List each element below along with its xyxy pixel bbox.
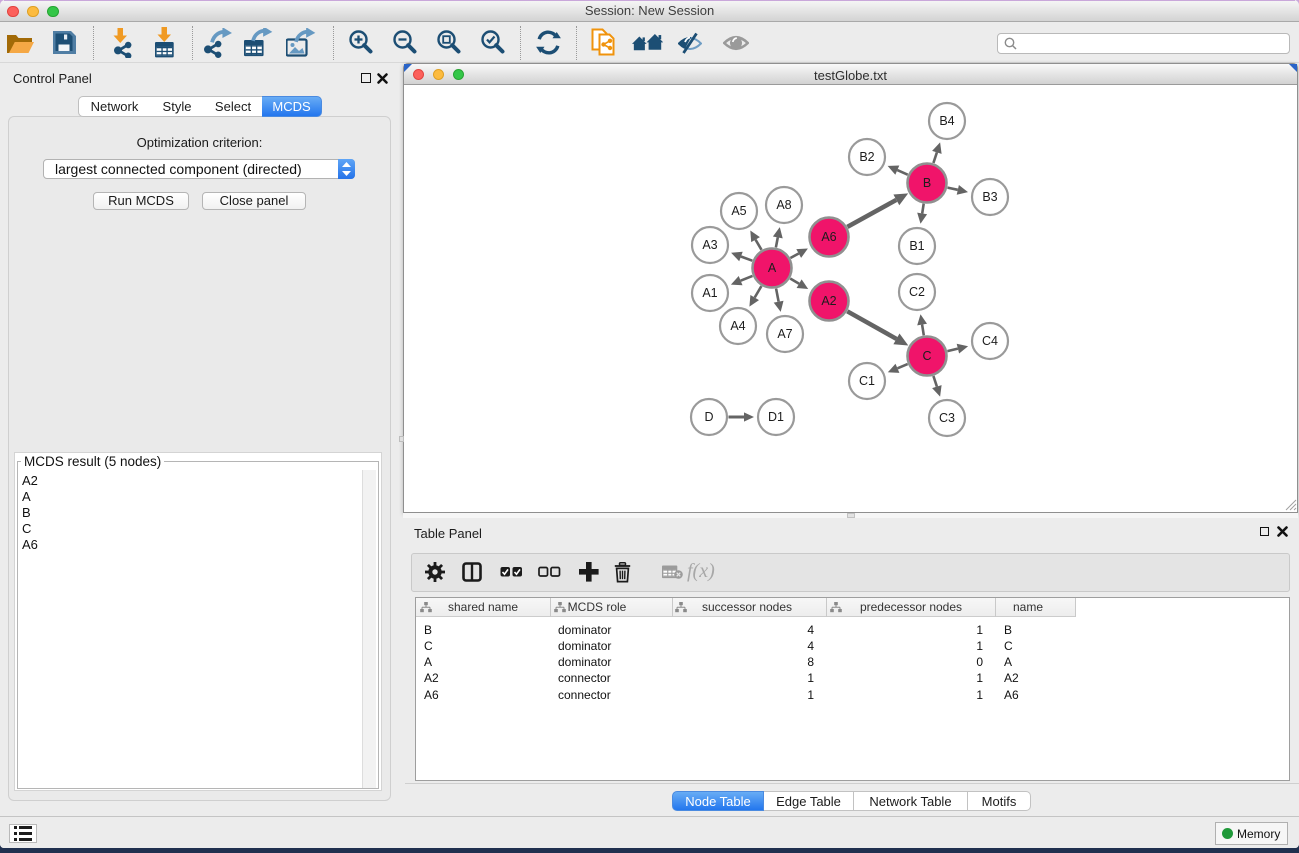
svg-text:A8: A8 <box>776 198 791 212</box>
svg-text:D: D <box>704 410 713 424</box>
svg-text:C: C <box>922 349 931 363</box>
svg-text:B2: B2 <box>859 150 874 164</box>
svg-text:A: A <box>768 261 777 275</box>
svg-text:C2: C2 <box>909 285 925 299</box>
svg-text:A6: A6 <box>821 230 836 244</box>
svg-text:C4: C4 <box>982 334 998 348</box>
svg-text:A3: A3 <box>702 238 717 252</box>
svg-text:B4: B4 <box>939 114 954 128</box>
svg-text:A4: A4 <box>730 319 745 333</box>
svg-text:A7: A7 <box>777 327 792 341</box>
svg-text:A2: A2 <box>821 294 836 308</box>
svg-text:B1: B1 <box>909 239 924 253</box>
svg-text:C1: C1 <box>859 374 875 388</box>
svg-text:D1: D1 <box>768 410 784 424</box>
svg-text:A1: A1 <box>702 286 717 300</box>
svg-text:B3: B3 <box>982 190 997 204</box>
svg-text:C3: C3 <box>939 411 955 425</box>
svg-text:A5: A5 <box>731 204 746 218</box>
svg-text:B: B <box>923 176 931 190</box>
